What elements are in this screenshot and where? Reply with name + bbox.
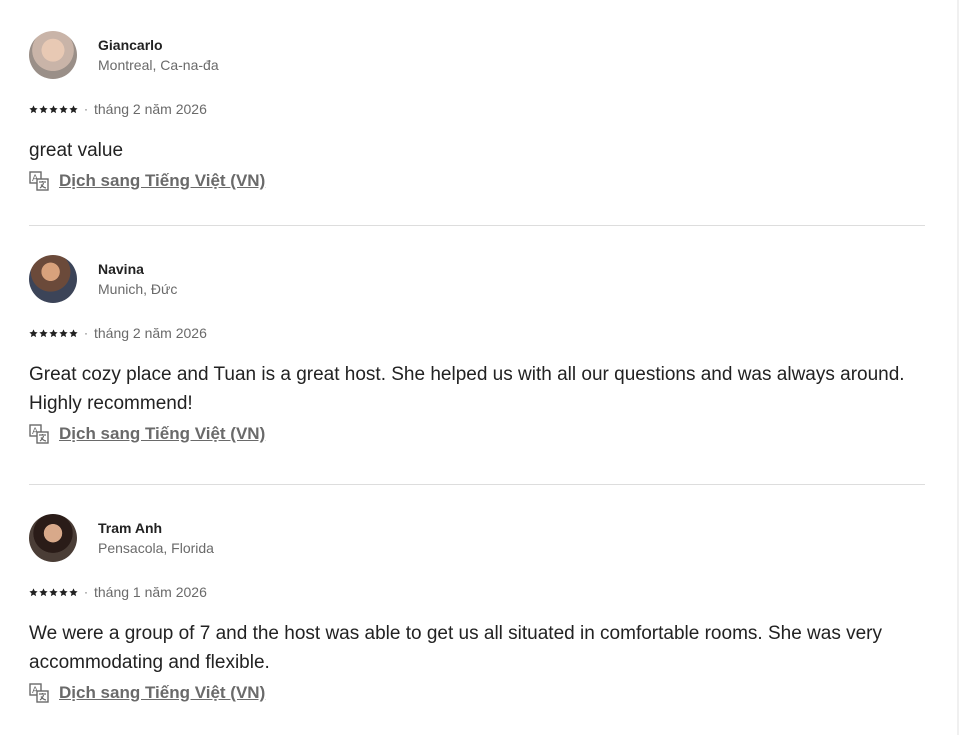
star-icon — [59, 587, 68, 596]
translate-row: A Dịch sang Tiếng Việt (VN) — [29, 166, 925, 196]
star-icon — [29, 104, 38, 113]
reviewer-header: Tram Anh Pensacola, Florida — [29, 514, 925, 562]
review-text: We were a group of 7 and the host was ab… — [29, 623, 882, 673]
star-icon — [29, 587, 38, 596]
star-rating — [29, 587, 78, 597]
review-text: great value — [29, 140, 124, 161]
meta-separator: · — [84, 102, 88, 116]
star-icon — [69, 587, 78, 596]
star-icon — [59, 104, 68, 113]
review-card: Giancarlo Montreal, Ca-na-đa · tháng 2 n… — [29, 31, 925, 225]
translate-icon: A — [29, 171, 49, 191]
star-rating — [29, 328, 78, 338]
review-card: Navina Munich, Đức · tháng 2 năm 2026 Gr… — [29, 225, 925, 484]
review-card: Tram Anh Pensacola, Florida · tháng 1 nă… — [29, 484, 925, 708]
reviewer-location: Munich, Đức — [98, 281, 178, 297]
review-meta: · tháng 2 năm 2026 — [29, 323, 925, 343]
star-icon — [49, 328, 58, 337]
reviewer-location: Montreal, Ca-na-đa — [98, 57, 219, 73]
reviews-list: Giancarlo Montreal, Ca-na-đa · tháng 2 n… — [29, 31, 925, 708]
review-text: Great cozy place and Tuan is a great hos… — [29, 364, 905, 414]
avatar[interactable] — [29, 31, 77, 79]
translate-link[interactable]: Dịch sang Tiếng Việt (VN) — [59, 424, 265, 444]
star-icon — [69, 104, 78, 113]
review-date: tháng 1 năm 2026 — [94, 584, 207, 600]
meta-separator: · — [84, 326, 88, 340]
translate-icon: A — [29, 424, 49, 444]
star-rating — [29, 104, 78, 114]
reviewer-info: Giancarlo Montreal, Ca-na-đa — [98, 35, 219, 75]
review-date: tháng 2 năm 2026 — [94, 101, 207, 117]
reviewer-header: Giancarlo Montreal, Ca-na-đa — [29, 31, 925, 79]
translate-icon: A — [29, 683, 49, 703]
reviewer-header: Navina Munich, Đức — [29, 255, 925, 303]
reviewer-location: Pensacola, Florida — [98, 540, 214, 556]
avatar[interactable] — [29, 514, 77, 562]
translate-link[interactable]: Dịch sang Tiếng Việt (VN) — [59, 683, 265, 703]
translate-row: A Dịch sang Tiếng Việt (VN) — [29, 678, 925, 708]
star-icon — [49, 104, 58, 113]
avatar[interactable] — [29, 255, 77, 303]
translate-row: A Dịch sang Tiếng Việt (VN) — [29, 419, 925, 449]
star-icon — [49, 587, 58, 596]
star-icon — [39, 328, 48, 337]
review-meta: · tháng 1 năm 2026 — [29, 582, 925, 602]
translate-link[interactable]: Dịch sang Tiếng Việt (VN) — [59, 171, 265, 191]
review-date: tháng 2 năm 2026 — [94, 325, 207, 341]
star-icon — [59, 328, 68, 337]
reviewer-name: Tram Anh — [98, 520, 163, 536]
reviewer-info: Navina Munich, Đức — [98, 259, 177, 299]
meta-separator: · — [84, 585, 88, 599]
reviewer-name: Navina — [98, 261, 144, 277]
star-icon — [39, 104, 48, 113]
star-icon — [29, 328, 38, 337]
star-icon — [39, 587, 48, 596]
star-icon — [69, 328, 78, 337]
reviewer-name: Giancarlo — [98, 37, 163, 53]
reviewer-info: Tram Anh Pensacola, Florida — [98, 518, 214, 558]
review-meta: · tháng 2 năm 2026 — [29, 99, 925, 119]
